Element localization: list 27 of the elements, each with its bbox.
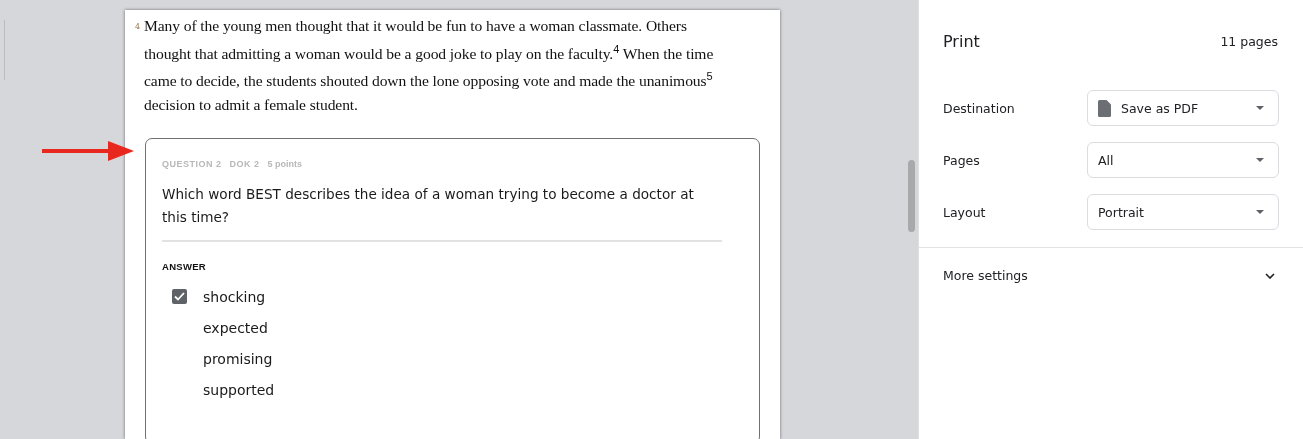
caret-icon <box>1256 106 1264 110</box>
line-number: 4 <box>135 22 142 31</box>
answer-choice: promising <box>203 350 273 367</box>
passage-paragraph: Many of the young men thought that it would be fun to have a woman classmate. Others thought that admitting a woman would be a good joke to play on the faculty.$^{4}$ When the time came to decide, the students shouted down the lone opposing vote and made the unanimous$^{5}$ decision to admit a female student. <box>144 16 715 115</box>
setting-dropdown[interactable]: Portrait <box>1087 194 1279 230</box>
answer-choice: expected <box>203 319 268 336</box>
setting-label: Layout <box>943 204 986 220</box>
answer-heading: ANSWER <box>162 261 208 273</box>
file-icon <box>1098 99 1111 117</box>
caret-icon <box>1256 210 1264 214</box>
panel-title: Print <box>943 31 980 51</box>
setting-label: Destination <box>943 100 1015 116</box>
points-label: 5 points <box>267 159 303 170</box>
checkbox[interactable] <box>172 289 187 305</box>
question-meta: QUESTION 2 <box>162 159 222 170</box>
setting-dropdown[interactable]: Save as PDF <box>1087 90 1279 126</box>
page-count: 11 pages <box>1220 33 1278 49</box>
answer-choice: shocking <box>203 288 266 305</box>
question-prompt: Which word BEST describes the idea of a woman trying to become a doctor at this time? <box>162 183 722 243</box>
chevron-icon <box>1265 272 1275 279</box>
setting-dropdown[interactable]: All <box>1087 142 1279 178</box>
setting-label: Pages <box>943 152 980 168</box>
arrow-icon <box>42 140 134 162</box>
caret-icon <box>1256 158 1264 162</box>
question-meta: DOK 2 <box>229 159 260 170</box>
scrollbar-thumb[interactable] <box>908 160 915 232</box>
answer-choice: supported <box>203 381 275 398</box>
